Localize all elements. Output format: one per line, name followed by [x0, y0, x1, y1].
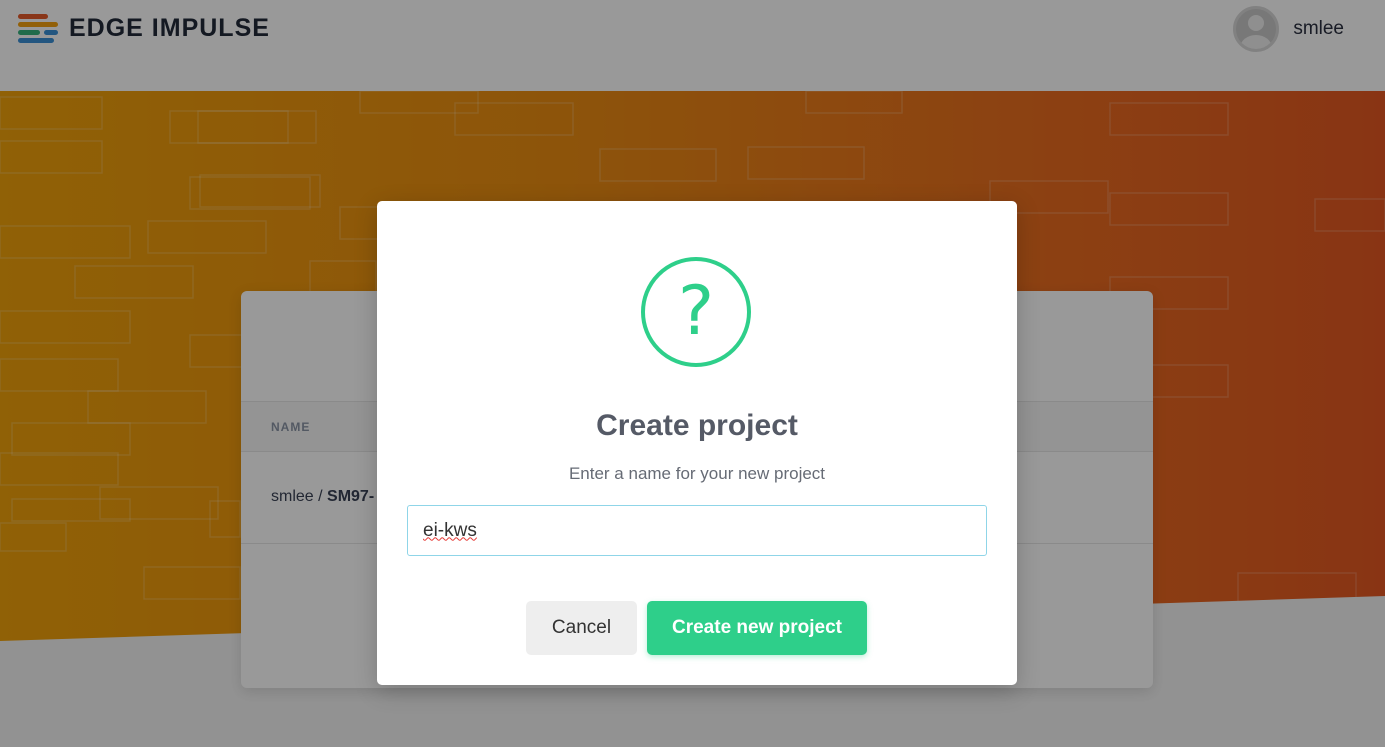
create-project-dialog: ? Create project Enter a name for your n…: [377, 201, 1017, 685]
question-circle-icon: ?: [641, 257, 751, 367]
dialog-title: Create project: [596, 409, 798, 442]
create-new-project-button[interactable]: Create new project: [647, 601, 867, 655]
cancel-button[interactable]: Cancel: [526, 601, 637, 655]
question-mark-glyph: ?: [677, 272, 715, 351]
project-name-value: ei-kws: [423, 519, 477, 541]
dialog-subtitle: Enter a name for your new project: [568, 464, 826, 483]
project-name-input[interactable]: ei-kws: [407, 505, 987, 556]
